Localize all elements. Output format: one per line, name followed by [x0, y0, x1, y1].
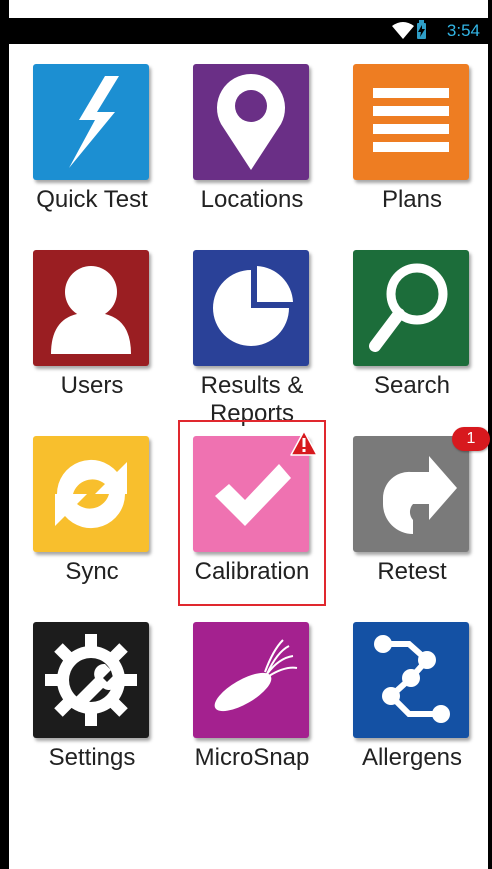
locations-tile-icon [193, 64, 309, 180]
allergens-tile-icon [353, 622, 469, 738]
tile-locations[interactable]: Locations [169, 64, 329, 244]
tile-label-search: Search [373, 372, 451, 399]
tile-retest[interactable]: Retest [329, 436, 489, 616]
battery-charging-icon [417, 20, 426, 39]
tile-results-reports[interactable]: Results & Reports [169, 250, 329, 430]
wifi-icon [392, 22, 414, 39]
status-time: 3:54 [446, 21, 480, 40]
microsnap-tile-icon [193, 622, 309, 738]
tile-label-sync: Sync [65, 558, 119, 585]
tile-microsnap[interactable]: MicroSnap [169, 622, 329, 802]
search-tile-icon [353, 250, 469, 366]
list-lines-icon [373, 88, 449, 152]
tile-label-results-reports: Results & Reports [200, 372, 304, 427]
map-pin-icon [217, 74, 285, 170]
users-tile-icon [33, 250, 149, 366]
magnifier-icon [369, 263, 448, 352]
sync-tile-icon [33, 436, 149, 552]
tile-sync[interactable]: Sync [9, 436, 169, 616]
tile-quick-test[interactable]: Quick Test [9, 64, 169, 244]
tile-plans[interactable]: Plans [329, 64, 489, 244]
tile-label-quick-test: Quick Test [36, 186, 148, 213]
tile-label-microsnap: MicroSnap [194, 744, 310, 771]
molecule-chain-icon [374, 635, 450, 723]
gear-wrench-icon [45, 634, 137, 726]
settings-tile-icon [33, 622, 149, 738]
tile-search[interactable]: Search [329, 250, 489, 430]
person-icon [51, 266, 131, 354]
sync-arrows-icon [55, 459, 127, 529]
results-reports-tile-icon [193, 250, 309, 366]
bacteria-icon [214, 639, 298, 712]
tile-label-users: Users [60, 372, 124, 399]
tile-label-retest: Retest [377, 558, 447, 585]
lightning-icon [69, 76, 119, 168]
retest-arrow-icon [382, 456, 457, 534]
retest-count-badge: 1 [452, 427, 490, 451]
tile-label-settings: Settings [48, 744, 136, 771]
pie-chart-icon [213, 266, 293, 346]
plans-tile-icon [353, 64, 469, 180]
tile-label-allergens: Allergens [361, 744, 463, 771]
tile-users[interactable]: Users [9, 250, 169, 430]
quick-test-tile-icon [33, 64, 149, 180]
device-frame-left [0, 0, 9, 869]
status-bar: 3:54 [9, 18, 488, 44]
warning-icon [290, 430, 318, 456]
tile-settings[interactable]: Settings [9, 622, 169, 802]
tile-label-plans: Plans [381, 186, 443, 213]
tile-allergens[interactable]: Allergens [329, 622, 489, 802]
tile-label-locations: Locations [200, 186, 304, 213]
retest-tile-icon [353, 436, 469, 552]
